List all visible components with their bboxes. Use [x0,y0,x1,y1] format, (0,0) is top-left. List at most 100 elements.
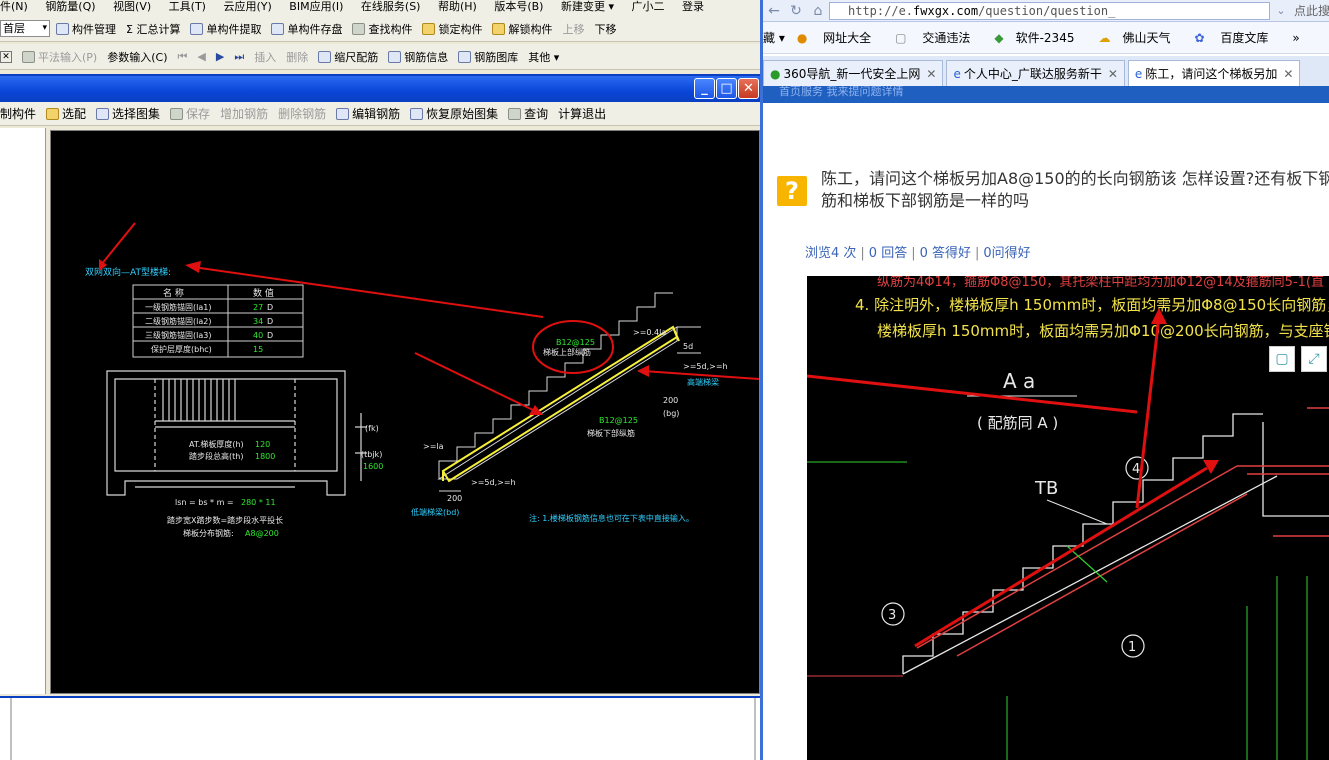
next-record-icon[interactable]: ▶ [216,50,224,63]
other-menu-button[interactable]: 其他 ▾ [528,49,559,65]
menu-item-online[interactable]: 在线服务(S) [361,0,421,13]
bookmark-favorites[interactable]: 藏 ▾ [763,29,785,46]
unlock-icon [492,22,506,35]
restore-atlas-button[interactable]: 恢复原始图集 [410,105,498,122]
table-cell[interactable]: 27 [253,303,263,312]
photo-circle-4-label: 4 [1132,462,1140,477]
delete-button[interactable]: 删除 [286,49,308,65]
photo-circle-1-label: 1 [1128,640,1136,655]
section-high-end: 高端梯梁 [687,377,719,387]
photo-label-a: A a [1003,369,1035,393]
query-button[interactable]: 查询 [508,105,548,122]
back-icon[interactable]: ← [763,1,785,21]
bookmark-weather[interactable]: ☁ 佛山天气 [1098,29,1182,46]
refresh-icon[interactable]: ↻ [785,1,807,21]
move-up-button[interactable]: 上移 [562,21,584,37]
flat-input-button[interactable]: 平法输入(P) [22,49,97,65]
red-arrow-title [100,222,136,266]
component-manage-button[interactable]: 构件管理 [56,21,116,37]
menu-item-tools[interactable]: 工具(T) [169,0,206,13]
select-match-button[interactable]: 选配 [46,105,86,122]
stat-good-answers: 0 答得好 [919,246,971,261]
bookmark-software[interactable]: ◆ 软件-2345 [994,29,1086,46]
first-record-icon[interactable]: ⏮ [177,50,187,64]
drawing-canvas[interactable]: 双网双向—AT型楼梯: 名 称 数 值 一级钢筋锚固(la1) 27 D 二级钢… [50,130,760,694]
menu-item-assistant[interactable]: 广小二 [632,0,665,13]
close-icon[interactable]: ✕ [1108,67,1118,81]
menu-item-cloud[interactable]: 云应用(Y) [223,0,271,13]
rebar-info-button[interactable]: 钢筋信息 [388,49,448,65]
menu-item-login[interactable]: 登录 [682,0,704,13]
section-top-label: 梯板上部纵筋 [543,347,591,357]
menu-item-new-change[interactable]: 新建变更 ▾ [561,0,614,13]
component-tree-pane[interactable] [0,128,46,694]
menu-item-rebar[interactable]: 钢筋量(Q) [45,0,95,13]
close-button[interactable]: ✕ [738,78,759,99]
last-record-icon[interactable]: ⏭ [234,50,244,64]
tab-question[interactable]: e 陈工，请问这个梯板另加 ✕ [1127,60,1301,86]
summary-calc-button[interactable]: Σ 汇总计算 [126,21,180,37]
param-input-button[interactable]: 参数输入(C) [107,49,167,65]
add-rebar-button[interactable]: 增加钢筋 [220,105,268,122]
bookmark-more[interactable]: » [1292,31,1299,45]
close-pane-icon[interactable]: ✕ [0,50,12,63]
find-component-button[interactable]: 查找构件 [352,21,412,37]
chevron-down-icon[interactable]: ⌄ [1270,1,1292,21]
scale-rebar-button[interactable]: 缩尺配筋 [318,49,378,65]
select-atlas-button[interactable]: 选择图集 [96,105,160,122]
tab-user-center[interactable]: e 个人中心_广联达服务新干 ✕ [946,60,1125,86]
close-icon[interactable]: ✕ [1283,67,1293,81]
site-nav-bar[interactable]: 首页服务 我来提问题详情 [763,86,1329,103]
menu-item-version[interactable]: 版本号(B) [494,0,543,13]
photo-expand-icon[interactable]: ⤢ [1301,346,1327,372]
close-icon[interactable]: ✕ [926,67,936,81]
floor-select[interactable]: 首层 [0,20,50,37]
rebar-library-button[interactable]: 钢筋图库 [458,49,518,65]
photo-beam [1262,422,1329,517]
url-input[interactable]: http://e.fwxgx.com/question/question_ [829,1,1270,20]
calc-exit-button[interactable]: 计算退出 [558,105,606,122]
delete-rebar-button[interactable]: 删除钢筋 [278,105,326,122]
minimize-button[interactable]: _ [694,78,715,99]
bookmark-site-nav[interactable]: ● 网址大全 [797,29,883,46]
menu-item-view[interactable]: 视图(V) [113,0,151,13]
menu-item-file[interactable]: 件(N) [0,0,28,13]
plan-step-height-value[interactable]: 1800 [255,452,275,461]
maximize-button[interactable]: □ [716,78,737,99]
section-dim-bg: (bg) [663,409,679,418]
move-down-button[interactable]: 下移 [594,21,616,37]
photo-save-icon[interactable]: ▢ [1269,346,1295,372]
table-cell[interactable]: 15 [253,345,263,354]
plan-formula-b[interactable]: 280 * 11 [241,498,276,507]
bookmark-wenku[interactable]: ✿ 百度文库 [1194,29,1280,46]
plan-caption-2-value[interactable]: A8@200 [245,529,279,538]
edit-rebar-button[interactable]: 编辑钢筋 [336,105,400,122]
tab-360-nav[interactable]: ● 360导航_新一代安全上网 ✕ [763,60,944,86]
stat-answers: 0 回答 [868,246,908,261]
save-button[interactable]: 保存 [170,105,210,122]
draw-component-button[interactable]: 制构件 [0,105,36,122]
single-extract-button[interactable]: 单构件提取 [190,21,261,37]
plan-formula-a: lsn = bs * m = [175,498,234,507]
plan-tbjk-value[interactable]: 1600 [363,462,383,471]
flat-input-icon [22,50,35,63]
section-top-bar[interactable]: B12@125 [556,338,595,347]
scale-icon [318,50,332,63]
menu-item-bim[interactable]: BIM应用(I) [289,0,343,13]
table-cell[interactable]: 40 [253,331,263,340]
search-hint[interactable]: 点此搜 [1292,2,1329,19]
table-cell[interactable]: 34 [253,317,263,326]
stat-good-questions: 0问得好 [983,246,1031,261]
prev-record-icon[interactable]: ◀ [197,50,205,63]
lock-component-button[interactable]: 锁定构件 [422,21,482,37]
unlock-component-button[interactable]: 解锁构件 [492,21,552,37]
question-photo[interactable]: 纵筋为4Φ14，箍筋Φ8@150，其托梁柱中距均为加Φ12@14及箍筋同5-1(… [807,276,1329,760]
home-icon[interactable]: ⌂ [807,1,829,21]
menu-item-help[interactable]: 帮助(H) [438,0,477,13]
dialog-titlebar[interactable]: _ □ ✕ [0,76,762,102]
bookmark-traffic[interactable]: ▢ 交通违法 [895,29,982,46]
insert-button[interactable]: 插入 [254,49,276,65]
single-save-button[interactable]: 单构件存盘 [271,21,342,37]
section-bottom-bar[interactable]: B12@125 [599,416,638,425]
plan-thickness-value[interactable]: 120 [255,440,270,449]
